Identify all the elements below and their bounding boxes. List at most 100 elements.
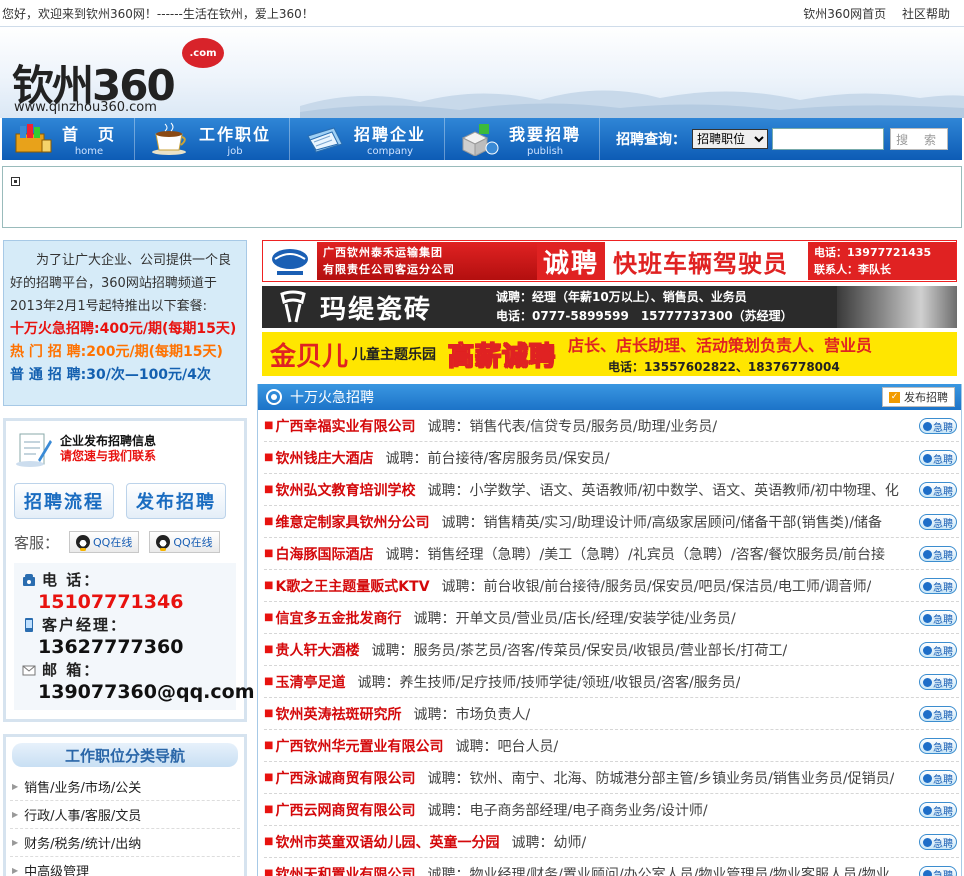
bullet-icon: ■ bbox=[264, 452, 274, 463]
job-company-link[interactable]: 钦州市英童双语幼儿园、英童一分园 bbox=[275, 832, 499, 852]
banner-transport[interactable]: 广西钦州泰禾运输集团 有限责任公司客运分公司 诚聘 快班车辆驾驶员 电话：1397… bbox=[262, 240, 957, 282]
tag-dot-icon bbox=[923, 453, 932, 463]
promo-line-urgent: 十万火急招聘:400元/期(每期15天) bbox=[10, 321, 237, 337]
job-company-link[interactable]: 信宜多五金批发商行 bbox=[275, 608, 401, 628]
qq-online-button-1[interactable]: QQ在线 bbox=[69, 531, 140, 553]
job-row: ■ 广西泳诚商贸有限公司 诚聘：钦州、南宁、北海、防城港分部主管/乡镇业务员/销售业… bbox=[264, 762, 959, 794]
job-positions: 诚聘：小学数学、语文、英语教师/初中数学、语文、英语教师/初中物理、化 bbox=[427, 482, 899, 499]
recruit-flow-button[interactable]: 招聘流程 bbox=[14, 483, 114, 519]
job-company-link[interactable]: 白海豚国际酒店 bbox=[275, 544, 373, 564]
contact-panel: 企业发布招聘信息 请您速与我们联系 招聘流程 发布招聘 客服： QQ在线 QQ在… bbox=[3, 418, 255, 722]
urgent-tag-label: 急聘 bbox=[933, 614, 953, 626]
banner1-role: 快班车辆驾驶员 bbox=[613, 249, 789, 278]
tag-dot-icon bbox=[923, 677, 932, 687]
bullet-icon: ■ bbox=[264, 580, 274, 591]
help-link[interactable]: 社区帮助 bbox=[902, 7, 950, 21]
category-item[interactable]: ▶ 中高级管理 bbox=[10, 857, 240, 876]
search-label: 招聘查询： bbox=[616, 132, 687, 148]
site-logo[interactable]: 钦州360 .com www.qinzhou360.com bbox=[12, 34, 224, 118]
banner-tiles[interactable]: 玛缇瓷砖 诚聘：经理（年薪10万以上）、销售员、业务员 电话：0777-58995… bbox=[262, 286, 957, 328]
nav-publish[interactable]: 我要招聘 publish bbox=[459, 118, 601, 160]
banner2-line2: 电话：0777-5899599 15777737300（苏经理） bbox=[496, 309, 793, 323]
job-company-link[interactable]: 广西云网商贸有限公司 bbox=[275, 800, 415, 820]
search-button[interactable]: 搜 索 bbox=[890, 128, 949, 150]
nav-job-en: job bbox=[227, 146, 243, 157]
qq-label-1: QQ在线 bbox=[93, 536, 133, 549]
promo-line-normal: 普 通 招 聘:30/次—100元/4次 bbox=[10, 367, 211, 383]
category-nav-title: 工作职位分类导航 bbox=[12, 743, 238, 767]
banner3-roles: 店长、店长助理、活动策划负责人、营业员 bbox=[568, 335, 873, 355]
publish-recruit-link[interactable]: ✓ 发布招聘 bbox=[882, 387, 955, 407]
job-positions: 诚聘：电子商务部经理/电子商务业务/设计师/ bbox=[427, 802, 708, 819]
job-positions: 诚聘：服务员/茶艺员/咨客/传菜员/保安员/收银员/营业部长/打荷工/ bbox=[371, 642, 788, 659]
job-company-link[interactable]: 钦州天和置业有限公司 bbox=[275, 864, 415, 876]
search-type-select[interactable]: 招聘职位 bbox=[692, 129, 769, 149]
search-input[interactable] bbox=[772, 128, 885, 150]
tag-dot-icon bbox=[923, 645, 932, 655]
email-value: 139077360@qq.com bbox=[38, 681, 255, 703]
job-company-link[interactable]: 钦州弘文教育培训学校 bbox=[275, 480, 415, 500]
publish-label: 发布招聘 bbox=[904, 391, 948, 404]
tag-dot-icon bbox=[923, 709, 932, 719]
job-company-link[interactable]: 钦州钱庄大酒店 bbox=[275, 448, 373, 468]
home-link[interactable]: 钦州360网首页 bbox=[803, 7, 886, 21]
urgent-tag: 急聘 bbox=[919, 450, 957, 466]
job-company-link[interactable]: 广西钦州华元置业有限公司 bbox=[275, 736, 443, 756]
promo-panel: 为了让广大企业、公司提供一个良好的招聘平台，360网站招聘频道于2013年2月1… bbox=[3, 240, 247, 406]
urgent-job-list: ■ 广西幸福实业有限公司 诚聘：销售代表/信贷专员/服务员/助理/业务员/急聘 ■ 钦州… bbox=[258, 410, 961, 876]
manager-label: 客户经理： bbox=[42, 616, 128, 634]
bullet-icon: ■ bbox=[264, 836, 274, 847]
category-item[interactable]: ▶ 行政/人事/客服/文员 bbox=[10, 801, 240, 829]
job-company-link[interactable]: 钦州英涛祛斑研究所 bbox=[275, 704, 401, 724]
banner3-sub: 儿童主题乐园 bbox=[352, 347, 437, 363]
banner-kids-park[interactable]: 金贝儿 儿童主题乐园 高薪诚聘 店长、店长助理、活动策划负责人、营业员 电话：13… bbox=[262, 332, 957, 376]
job-positions: 诚聘：销售代表/信贷专员/服务员/助理/业务员/ bbox=[427, 418, 718, 435]
urgent-tag-label: 急聘 bbox=[933, 582, 953, 594]
job-company-link[interactable]: 玉清亭足道 bbox=[275, 672, 345, 692]
job-company-link[interactable]: 贵人轩大酒楼 bbox=[275, 640, 359, 660]
category-item[interactable]: ▶ 财务/税务/统计/出纳 bbox=[10, 829, 240, 857]
qq-online-button-2[interactable]: QQ在线 bbox=[149, 531, 220, 553]
category-item[interactable]: ▶ 销售/业务/市场/公关 bbox=[10, 773, 240, 801]
job-positions: 诚聘：钦州、南宁、北海、防城港分部主管/乡镇业务员/销售业务员/促销员/ bbox=[427, 770, 895, 787]
ad-placeholder bbox=[2, 166, 962, 228]
bullet-icon: ■ bbox=[264, 772, 274, 783]
mail-icon bbox=[22, 665, 36, 675]
job-row: ■ 钦州钱庄大酒店 诚聘：前台接待/客房服务员/保安员/急聘 bbox=[264, 442, 959, 474]
tag-dot-icon bbox=[923, 741, 932, 751]
cubes-icon bbox=[461, 124, 499, 156]
urgent-tag: 急聘 bbox=[919, 866, 957, 876]
bullet-icon: ■ bbox=[264, 740, 274, 751]
publish-recruit-button[interactable]: 发布招聘 bbox=[126, 483, 226, 519]
nav-company-label: 招聘企业 bbox=[354, 125, 427, 144]
job-row: ■ 玉清亭足道 诚聘：养生技师/足疗技师/技师学徒/领班/收银员/咨客/服务员/急聘 bbox=[264, 666, 959, 698]
urgent-tag: 急聘 bbox=[919, 738, 957, 754]
nav-publish-label: 我要招聘 bbox=[509, 125, 582, 144]
urgent-title: 十万火急招聘 bbox=[290, 390, 374, 406]
nav-job[interactable]: 工作职位 job bbox=[149, 118, 291, 160]
logo-url: www.qinzhou360.com bbox=[14, 100, 157, 115]
urgent-tag: 急聘 bbox=[919, 610, 957, 626]
tag-dot-icon bbox=[923, 581, 932, 591]
bullet-icon: ■ bbox=[264, 676, 274, 687]
bullet-icon: ■ bbox=[264, 484, 274, 495]
logo-com-badge: .com bbox=[182, 38, 224, 68]
nav-home[interactable]: 首 页 home bbox=[12, 118, 136, 160]
banner3-hire: 高薪诚聘 bbox=[448, 341, 557, 372]
tiles-logo-icon bbox=[280, 290, 306, 323]
banner1-company-l2: 有限责任公司客运分公司 bbox=[323, 263, 455, 276]
nav-company[interactable]: 招聘企业 company bbox=[304, 118, 446, 160]
job-company-link[interactable]: 广西幸福实业有限公司 bbox=[275, 416, 415, 436]
job-company-link[interactable]: 广西泳诚商贸有限公司 bbox=[275, 768, 415, 788]
urgent-tag: 急聘 bbox=[919, 674, 957, 690]
urgent-tag-label: 急聘 bbox=[933, 742, 953, 754]
tag-dot-icon bbox=[923, 869, 932, 876]
mountain-background bbox=[300, 90, 964, 118]
tag-dot-icon bbox=[923, 773, 932, 783]
job-company-link[interactable]: K歌之王主题量贩式KTV bbox=[275, 576, 429, 596]
urgent-tag-label: 急聘 bbox=[933, 710, 953, 722]
nav-job-label: 工作职位 bbox=[199, 125, 272, 144]
job-company-link[interactable]: 维意定制家具钦州分公司 bbox=[275, 512, 429, 532]
urgent-tag-label: 急聘 bbox=[933, 550, 953, 562]
tel-label: 电 话： bbox=[42, 571, 101, 589]
